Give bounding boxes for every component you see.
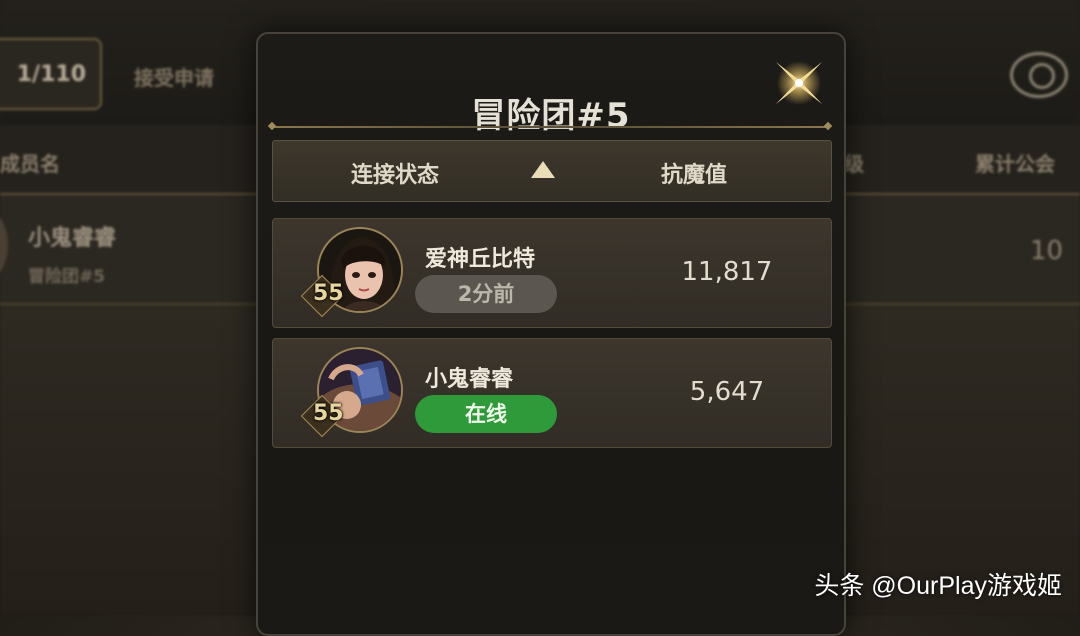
level-badge: 55 [313,281,344,306]
sort-by-resist[interactable]: 抗魔值 [661,157,727,189]
modal-title: 冒险团#5 [471,96,631,136]
bg-row-name: 小鬼睿睿 [28,226,117,251]
guild-emblem-icon [1010,52,1068,98]
status-badge: 2分前 [415,275,557,313]
title-divider [272,126,828,128]
watermark: 头条 @OurPlay游戏姬 [814,572,1062,600]
bg-row-team: 冒险团#5 [28,267,106,287]
sort-up-arrow-icon[interactable] [531,161,555,178]
member-name: 小鬼睿睿 [425,367,514,392]
close-star-icon [776,61,822,105]
resist-value: 5,647 [689,377,765,407]
resist-value: 11,817 [681,257,773,287]
close-button[interactable] [770,54,828,112]
member-row[interactable]: 55 爱神丘比特 2分前 11,817 [272,218,832,328]
bg-member-counter: 1/110 [0,38,102,110]
level-badge: 55 [313,401,344,426]
bg-row-total: 10 [1030,236,1064,266]
bg-member-counter-text: 1/110 [16,61,86,87]
member-row[interactable]: 55 小鬼睿睿 在线 5,647 [272,338,832,448]
status-badge: 在线 [415,395,557,433]
bg-col-member: 成员名 [0,152,60,176]
bg-accept-applications: 接受申请 [134,66,214,90]
sort-bar: 连接状态 抗魔值 [272,140,832,202]
bg-col-total: 累计公会 [975,152,1055,176]
member-name: 爱神丘比特 [425,247,536,272]
bg-col-level: 级 [844,152,864,176]
team-modal: 冒险团#5 连接状态 抗魔值 55 爱神丘比特 2分前 11,817 55 小鬼… [256,32,846,636]
sort-by-status[interactable]: 连接状态 [351,157,439,189]
